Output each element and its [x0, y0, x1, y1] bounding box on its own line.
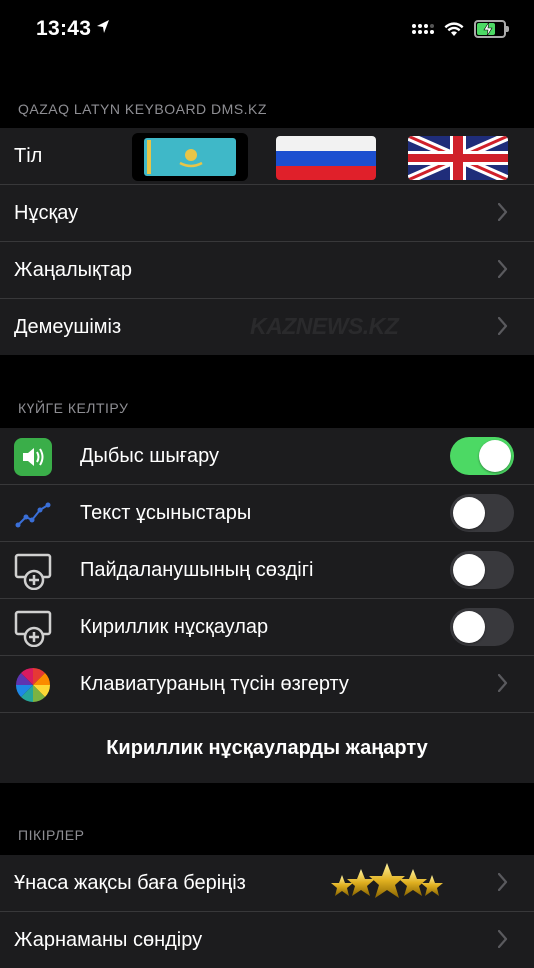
- toggle-knob: [453, 497, 485, 529]
- text-suggestions-row: Текст ұсыныстары: [0, 485, 534, 542]
- battery-icon: [474, 20, 509, 38]
- chevron-right-icon: [498, 317, 508, 335]
- sound-label: Дыбыс шығару: [80, 444, 220, 467]
- stars-icon: [331, 863, 443, 898]
- sponsor-label: Демеушіміз: [14, 315, 122, 338]
- wifi-icon: [444, 21, 464, 36]
- news-row[interactable]: Жаңалықтар: [0, 242, 534, 299]
- disable-ads-label: Жарнаманы сөндіру: [14, 928, 203, 951]
- chevron-right-icon: [498, 873, 508, 891]
- news-label: Жаңалықтар: [14, 258, 132, 281]
- keyboard-color-row[interactable]: Клавиатураның түсін өзгерту: [0, 656, 534, 713]
- toggle-knob: [453, 554, 485, 586]
- sound-row: Дыбыс шығару: [0, 428, 534, 485]
- flag-english-button[interactable]: [408, 136, 508, 180]
- instructions-row[interactable]: Нұсқау: [0, 185, 534, 242]
- cellular-signal-icon: [412, 24, 434, 34]
- section-header-feedback: ПІКІРЛЕР: [18, 827, 85, 843]
- sponsor-row[interactable]: Демеушіміз KAZNEWS.KZ: [0, 299, 534, 355]
- kaznews-logo: KAZNEWS.KZ: [250, 313, 399, 339]
- color-wheel-icon: [16, 668, 50, 702]
- section-header-settings: КҮЙГЕ КЕЛТІРУ: [18, 400, 129, 416]
- toggle-knob: [453, 611, 485, 643]
- flag-kazakh-button[interactable]: [132, 133, 248, 181]
- speaker-icon: [14, 438, 52, 476]
- chevron-right-icon: [498, 260, 508, 278]
- language-label: Тіл: [14, 144, 43, 167]
- keyboard-color-label: Клавиатураның түсін өзгерту: [80, 672, 349, 695]
- cyrillic-instructions-label: Кириллик нұсқаулар: [80, 615, 269, 638]
- location-arrow-icon: [97, 20, 109, 33]
- user-dictionary-row: Пайдаланушының сөздігі: [0, 542, 534, 599]
- cyrillic-instructions-row: Кириллик нұсқаулар: [0, 599, 534, 656]
- status-time: 13:43: [36, 17, 92, 40]
- chevron-right-icon: [498, 930, 508, 948]
- sound-toggle[interactable]: [450, 437, 514, 475]
- user-dictionary-toggle[interactable]: [450, 551, 514, 589]
- flag-russian-button[interactable]: [276, 136, 376, 180]
- status-bar: 13:43: [0, 0, 534, 60]
- rate-app-label: Ұнаса жақсы баға беріңіз: [14, 871, 246, 894]
- text-suggestions-toggle[interactable]: [450, 494, 514, 532]
- monitor-plus-icon: [14, 553, 52, 590]
- disable-ads-row[interactable]: Жарнаманы сөндіру: [0, 912, 534, 968]
- section-header-app: QAZAQ LATYN KEYBOARD DMS.KZ: [18, 101, 267, 117]
- feedback-group: Ұнаса жақсы баға беріңіз Жарнаманы сөнді…: [0, 855, 534, 968]
- update-cyrillic-button[interactable]: Кириллик нұсқауларды жаңарту: [0, 713, 534, 783]
- chart-line-icon: [15, 502, 51, 528]
- toggle-knob: [479, 440, 511, 472]
- cyrillic-instructions-toggle[interactable]: [450, 608, 514, 646]
- keyboard-settings-group: Дыбыс шығару Текст ұсыныстары Пайдалануш…: [0, 428, 534, 783]
- language-row: Тіл: [0, 128, 534, 185]
- monitor-plus-icon: [14, 610, 52, 647]
- instructions-label: Нұсқау: [14, 201, 79, 224]
- chevron-right-icon: [498, 203, 508, 221]
- text-suggestions-label: Текст ұсыныстары: [80, 501, 252, 524]
- user-dictionary-label: Пайдаланушының сөздігі: [80, 558, 314, 581]
- app-settings-group: Тіл Нұсқау Жаңалықтар Демеушіміз KAZNEWS…: [0, 128, 534, 355]
- rate-app-row[interactable]: Ұнаса жақсы баға беріңіз: [0, 855, 534, 912]
- chevron-right-icon: [498, 674, 508, 692]
